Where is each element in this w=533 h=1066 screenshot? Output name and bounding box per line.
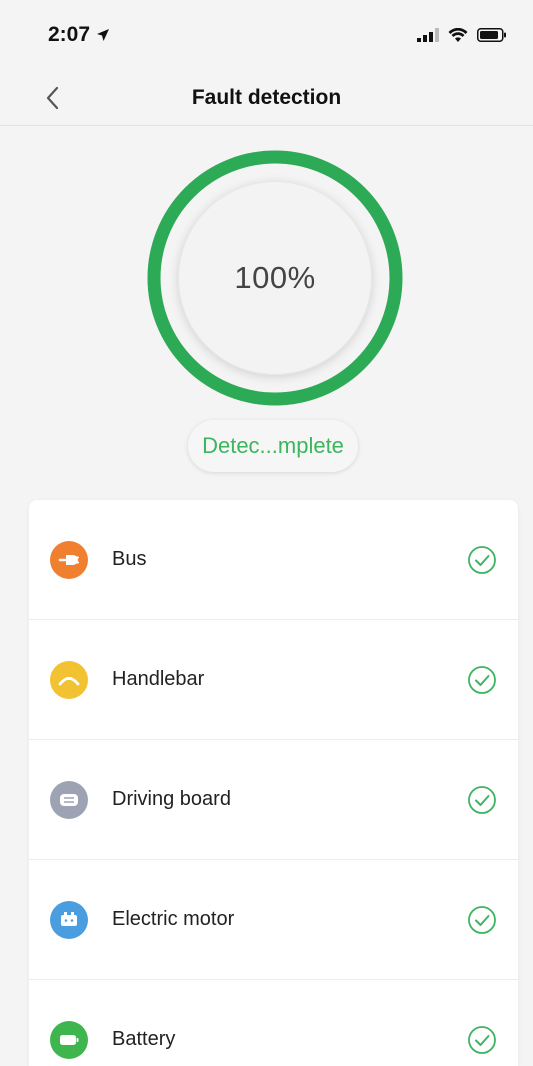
- clock-text: 2:07: [48, 23, 91, 46]
- detection-status-label: Detec...mplete: [202, 433, 344, 458]
- status-icons: [417, 27, 507, 43]
- progress-ring: 100%: [144, 147, 406, 409]
- list-item-driving-board[interactable]: Driving board: [29, 740, 518, 860]
- check-circle-icon: [468, 545, 496, 574]
- battery-icon: [50, 1020, 88, 1059]
- item-label: Handlebar: [112, 668, 205, 690]
- back-button[interactable]: [34, 78, 70, 118]
- status-time: 2:07: [48, 23, 110, 47]
- check-circle-icon: [468, 785, 496, 814]
- wifi-icon: [448, 27, 468, 42]
- location-arrow-icon: [97, 29, 110, 41]
- progress-center: 100%: [178, 181, 372, 375]
- item-label: Electric motor: [112, 908, 235, 930]
- check-circle-icon: [468, 905, 496, 934]
- item-label: Bus: [112, 548, 147, 570]
- list-item-handlebar[interactable]: Handlebar: [29, 620, 518, 740]
- item-label: Driving board: [112, 788, 231, 810]
- check-circle-icon: [468, 1025, 496, 1054]
- page-title: Fault detection: [191, 85, 342, 109]
- list-item-battery[interactable]: Battery: [29, 980, 518, 1066]
- battery-icon: [477, 28, 506, 42]
- driving-board-icon: [50, 780, 88, 819]
- progress-percentage: 100%: [234, 260, 316, 295]
- item-label: Battery: [112, 1028, 176, 1050]
- status-bar: 2:07: [0, 0, 533, 70]
- list-item-electric-motor[interactable]: Electric motor: [29, 860, 518, 980]
- chevron-left-icon: [46, 86, 59, 110]
- handlebar-icon: [50, 660, 88, 699]
- check-circle-icon: [468, 665, 496, 694]
- list-item-bus[interactable]: Bus: [29, 500, 518, 620]
- detection-status-button[interactable]: Detec...mplete: [188, 420, 358, 472]
- motor-icon: [50, 900, 88, 939]
- signal-icon: [417, 28, 439, 42]
- plug-icon: [50, 540, 88, 579]
- nav-bar: Fault detection: [0, 70, 533, 126]
- component-check-list: Bus Handlebar Driving board Electric mot…: [29, 500, 518, 1066]
